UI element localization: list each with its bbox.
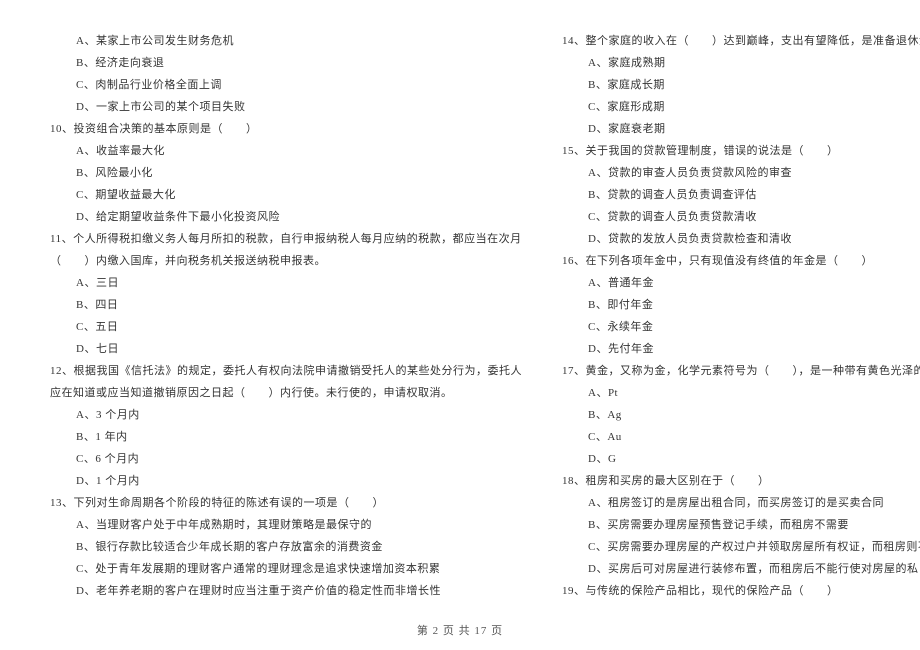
option-a: A、某家上市公司发生财务危机 — [50, 30, 522, 52]
option-c: C、永续年金 — [562, 316, 920, 338]
question-19: 19、与传统的保险产品相比，现代的保险产品（ ） — [562, 580, 920, 602]
question-17: 17、黄金，又称为金，化学元素符号为（ ），是一种带有黄色光泽的金属。 — [562, 360, 920, 382]
option-b: B、经济走向衰退 — [50, 52, 522, 74]
question-12-cont: 应在知道或应当知道撤销原因之日起（ ）内行使。未行使的，申请权取消。 — [50, 382, 522, 404]
option-b: B、贷款的调查人员负责调查评估 — [562, 184, 920, 206]
content-columns: A、某家上市公司发生财务危机 B、经济走向衰退 C、肉制品行业价格全面上调 D、… — [50, 30, 870, 610]
option-a: A、三日 — [50, 272, 522, 294]
option-d: D、七日 — [50, 338, 522, 360]
question-16: 16、在下列各项年金中，只有现值没有终值的年金是（ ） — [562, 250, 920, 272]
option-a: A、收益率最大化 — [50, 140, 522, 162]
option-d: D、先付年金 — [562, 338, 920, 360]
option-c: C、Au — [562, 426, 920, 448]
option-c: C、期望收益最大化 — [50, 184, 522, 206]
question-15: 15、关于我国的贷款管理制度，错误的说法是（ ） — [562, 140, 920, 162]
page-footer: 第 2 页 共 17 页 — [0, 622, 920, 638]
question-11-cont: （ ）内缴入国库，并向税务机关报送纳税申报表。 — [50, 250, 522, 272]
option-c: C、贷款的调查人员负责贷款清收 — [562, 206, 920, 228]
option-c: C、6 个月内 — [50, 448, 522, 470]
option-d: D、给定期望收益条件下最小化投资风险 — [50, 206, 522, 228]
option-a: A、租房签订的是房屋出租合同，而买房签订的是买卖合同 — [562, 492, 920, 514]
option-b: B、买房需要办理房屋预售登记手续，而租房不需要 — [562, 514, 920, 536]
option-d: D、G — [562, 448, 920, 470]
question-14: 14、整个家庭的收入在（ ）达到巅峰，支出有望降低，是准备退休金的黄金时期。 — [562, 30, 920, 52]
question-13: 13、下列对生命周期各个阶段的特征的陈述有误的一项是（ ） — [50, 492, 522, 514]
left-column: A、某家上市公司发生财务危机 B、经济走向衰退 C、肉制品行业价格全面上调 D、… — [50, 30, 522, 610]
option-a: A、家庭成熟期 — [562, 52, 920, 74]
option-d: D、买房后可对房屋进行装修布置，而租房后不能行使对房屋的私自变动 — [562, 558, 920, 580]
right-column: 14、整个家庭的收入在（ ）达到巅峰，支出有望降低，是准备退休金的黄金时期。 A… — [562, 30, 920, 610]
option-c: C、买房需要办理房屋的产权过户并领取房屋所有权证，而租房则不需要 — [562, 536, 920, 558]
option-b: B、家庭成长期 — [562, 74, 920, 96]
option-c: C、五日 — [50, 316, 522, 338]
option-d: D、老年养老期的客户在理财时应当注重于资产价值的稳定性而非增长性 — [50, 580, 522, 602]
option-c: C、肉制品行业价格全面上调 — [50, 74, 522, 96]
option-a: A、贷款的审查人员负责贷款风险的审查 — [562, 162, 920, 184]
option-c: C、处于青年发展期的理财客户通常的理财理念是追求快速增加资本积累 — [50, 558, 522, 580]
option-d: D、贷款的发放人员负责贷款检查和清收 — [562, 228, 920, 250]
option-a: A、Pt — [562, 382, 920, 404]
option-b: B、四日 — [50, 294, 522, 316]
option-a: A、普通年金 — [562, 272, 920, 294]
option-b: B、银行存款比较适合少年成长期的客户存放富余的消费资金 — [50, 536, 522, 558]
option-d: D、一家上市公司的某个项目失败 — [50, 96, 522, 118]
option-a: A、当理财客户处于中年成熟期时，其理财策略是最保守的 — [50, 514, 522, 536]
option-b: B、风险最小化 — [50, 162, 522, 184]
option-b: B、Ag — [562, 404, 920, 426]
question-10: 10、投资组合决策的基本原则是（ ） — [50, 118, 522, 140]
question-12: 12、根据我国《信托法》的规定，委托人有权向法院申请撤销受托人的某些处分行为，委… — [50, 360, 522, 382]
option-b: B、1 年内 — [50, 426, 522, 448]
option-d: D、家庭衰老期 — [562, 118, 920, 140]
option-b: B、即付年金 — [562, 294, 920, 316]
question-18: 18、租房和买房的最大区别在于（ ） — [562, 470, 920, 492]
option-d: D、1 个月内 — [50, 470, 522, 492]
option-c: C、家庭形成期 — [562, 96, 920, 118]
question-11: 11、个人所得税扣缴义务人每月所扣的税款，自行申报纳税人每月应纳的税款，都应当在… — [50, 228, 522, 250]
option-a: A、3 个月内 — [50, 404, 522, 426]
